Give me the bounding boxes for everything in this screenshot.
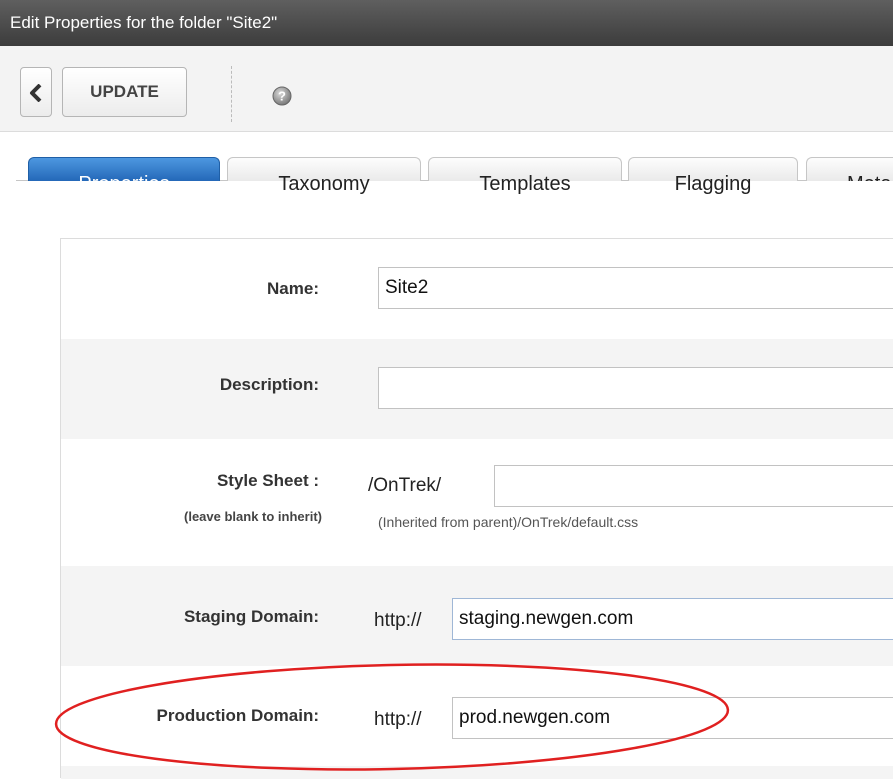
tab-label: Templates (479, 173, 571, 195)
row-staging-domain: Staging Domain: http:// (61, 566, 893, 666)
production-domain-field[interactable] (452, 697, 893, 739)
stylesheet-inherited-note: (Inherited from parent)/OnTrek/default.c… (378, 514, 639, 530)
row-description: Description: (61, 339, 893, 439)
tab-label: Meta (847, 158, 891, 181)
description-label: Description: (219, 375, 319, 394)
toolbar: UPDATE ? (0, 46, 893, 132)
tab-label: Taxonomy (278, 173, 370, 195)
description-field[interactable] (378, 367, 893, 409)
tab-templates[interactable]: Templates (428, 157, 622, 195)
staging-domain-field[interactable] (452, 598, 893, 640)
stylesheet-field[interactable] (494, 465, 893, 507)
chevron-left-icon (30, 84, 42, 102)
stylesheet-sublabel: (leave blank to inherit) (184, 509, 322, 524)
tab-flagging[interactable]: Flagging (628, 157, 798, 195)
tab-taxonomy[interactable]: Taxonomy (227, 157, 421, 195)
tab-properties-ext (28, 157, 220, 181)
name-field[interactable] (378, 267, 893, 309)
toolbar-divider (231, 66, 232, 122)
name-label: Name: (267, 279, 319, 298)
back-button[interactable] (20, 67, 52, 117)
row-production-domain: Production Domain: http:// (61, 666, 893, 766)
production-domain-prefix: http:// (374, 709, 422, 730)
update-button[interactable]: UPDATE (62, 67, 187, 117)
properties-form: Name: Description: Style Sheet : (leave … (60, 238, 893, 779)
stylesheet-prefix: /OnTrek/ (368, 475, 442, 496)
help-icon[interactable]: ? (272, 86, 292, 106)
staging-domain-prefix: http:// (374, 610, 422, 631)
row-name: Name: (61, 239, 893, 339)
production-domain-label: Production Domain: (156, 706, 319, 725)
tab-meta[interactable]: Meta (806, 157, 893, 181)
stylesheet-label: Style Sheet : (216, 471, 319, 490)
row-next (61, 766, 893, 779)
staging-domain-label: Staging Domain: (183, 607, 319, 626)
svg-text:?: ? (278, 89, 286, 104)
tab-label: Flagging (674, 173, 752, 195)
row-stylesheet: Style Sheet : (leave blank to inherit) /… (61, 439, 893, 566)
window-title: Edit Properties for the folder "Site2" (0, 0, 893, 46)
